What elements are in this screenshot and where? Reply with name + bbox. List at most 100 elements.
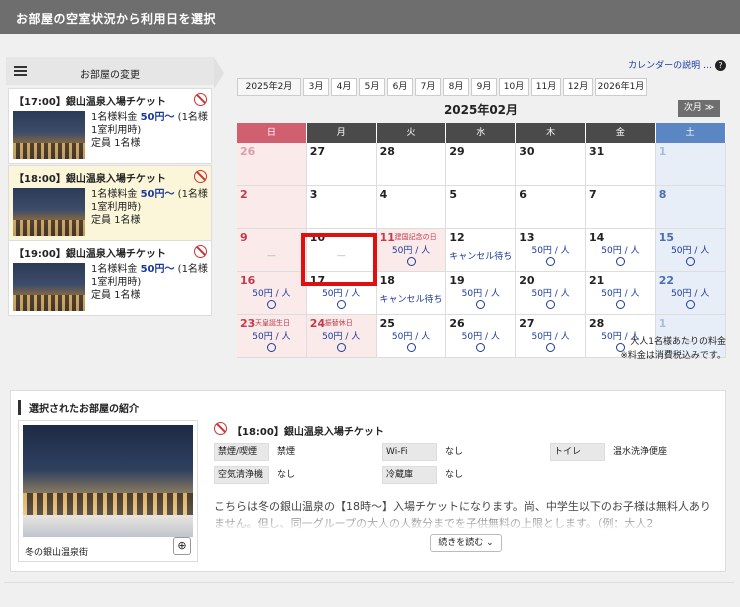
room-card-title: 【19:00】銀山温泉入場チケット [14, 249, 166, 260]
day-number: 18 [379, 274, 395, 287]
read-more-button[interactable]: 続きを読む ⌄ [430, 534, 502, 552]
day-price: 50円 / 人 [322, 289, 361, 299]
month-tab[interactable]: 7月 [415, 78, 441, 96]
weekday-label: 日 [237, 123, 307, 143]
month-tab[interactable]: 9月 [471, 78, 497, 96]
calendar-day[interactable]: 26 50円 / 人 [446, 315, 517, 358]
day-price: 50円 / 人 [531, 289, 570, 299]
calendar-day[interactable]: 21 50円 / 人 [585, 272, 656, 315]
calendar-day[interactable]: 18 キャンセル待ち [376, 272, 447, 315]
day-number: 12 [449, 231, 465, 244]
room-card[interactable]: 【19:00】銀山温泉入場チケット 1名様料金 50円〜 (1名様 1室利用時)… [8, 240, 212, 316]
room-photo[interactable] [23, 425, 193, 537]
room-card[interactable]: 【17:00】銀山温泉入場チケット 1名様料金 50円〜 (1名様 1室利用時)… [8, 88, 212, 164]
calendar-day: 2 [237, 186, 307, 229]
unavailable-dash: — [336, 251, 346, 261]
room-photo-box: ⊕ 冬の銀山温泉街 [18, 420, 198, 562]
weekday-label: 土 [655, 123, 726, 143]
spec-label: 冷蔵庫 [382, 466, 437, 484]
no-smoking-icon [194, 93, 207, 106]
room-spec-table: 禁煙/喫煙 禁煙 Wi-Fi なし トイレ 温水洗浄便座 空気清浄機 なし 冷蔵庫 なし [214, 443, 726, 489]
month-tab[interactable]: 6月 [387, 78, 413, 96]
calendar-day[interactable]: 20 50円 / 人 [516, 272, 586, 315]
available-circle-icon [615, 300, 625, 309]
available-circle-icon [476, 343, 486, 352]
calendar-day[interactable]: 25 50円 / 人 [376, 315, 447, 358]
month-tab[interactable]: 3月 [303, 78, 329, 96]
spec-value: なし [277, 470, 296, 480]
spec-value: なし [445, 447, 464, 457]
day-price: 50円 / 人 [461, 332, 500, 342]
spec-row: 禁煙/喫煙 禁煙 Wi-Fi なし トイレ 温水洗浄便座 [214, 443, 726, 463]
calendar-day[interactable]: 19 50円 / 人 [446, 272, 517, 315]
day-price: 50円 / 人 [391, 332, 431, 342]
next-month-button[interactable]: 次月 ≫ [678, 100, 720, 117]
day-price: 50円 / 人 [252, 332, 291, 342]
room-thumbnail [13, 263, 85, 311]
page-title: お部屋の空室状況から利用日を選択 [16, 12, 217, 26]
calendar-day: 26 [237, 143, 307, 186]
room-thumbnail [13, 111, 85, 159]
room-list-title: お部屋の変更 [80, 70, 140, 81]
calendar-day[interactable]: 22 50円 / 人 [655, 272, 726, 315]
room-card-title: 【18:00】銀山温泉入場チケット [14, 174, 166, 185]
calendar-day: 6 [516, 186, 586, 229]
day-number: 8 [658, 188, 667, 201]
month-tabs: 2025年2月 3月 4月 5月 6月 7月 8月 9月 10月 11月 12月 2026年1月 [237, 78, 649, 96]
calendar-day: 30 [516, 143, 586, 186]
month-tab[interactable]: 2026年1月 [595, 78, 647, 96]
calendar-day: 8 [655, 186, 726, 229]
room-card[interactable]: 【18:00】銀山温泉入場チケット 1名様料金 50円〜 (1名様 1室利用時)… [8, 165, 212, 241]
no-smoking-icon [194, 170, 207, 183]
day-price: 50円 / 人 [671, 246, 710, 256]
calendar-day[interactable]: 16 50円 / 人 [237, 272, 307, 315]
calendar-day[interactable]: 11 建国記念の日 50円 / 人 [376, 229, 447, 272]
weekday-header: 日月火水木金土 [237, 123, 726, 143]
cancel-wait-label: キャンセル待ち [449, 252, 513, 262]
calendar-day[interactable]: 24 振替休日 50円 / 人 [306, 315, 377, 358]
calendar-day[interactable]: 14 50円 / 人 [585, 229, 656, 272]
calendar-week: 26 27 28 29 30 31 1 [237, 143, 726, 186]
available-circle-icon [546, 257, 556, 266]
calendar-day[interactable]: 17 50円 / 人 [306, 272, 377, 315]
weekday-label: 火 [376, 123, 447, 143]
month-tab[interactable]: 11月 [531, 78, 561, 96]
month-tab[interactable]: 5月 [359, 78, 385, 96]
calendar-week: 9—10—11 建国記念の日 50円 / 人 12 キャンセル待ち 13 50円 / 人 14… [237, 229, 726, 272]
calendar-help-link[interactable]: カレンダーの説明 …? [628, 58, 726, 71]
room-card-info: 1名様料金 50円〜 (1名様 1室利用時) 定員 1名様 [91, 112, 208, 149]
day-price: 50円 / 人 [601, 289, 640, 299]
day-price: 50円 / 人 [252, 289, 291, 299]
calendar-day[interactable]: 15 50円 / 人 [655, 229, 726, 272]
day-price: 50円 / 人 [461, 289, 500, 299]
holiday-name: 建国記念の日 [394, 233, 437, 241]
month-tab[interactable]: 4月 [331, 78, 357, 96]
room-list-arrow-icon [214, 57, 224, 89]
calendar-day: 4 [376, 186, 447, 229]
calendar-day[interactable]: 12 キャンセル待ち [446, 229, 517, 272]
available-circle-icon [336, 300, 346, 309]
available-circle-icon [406, 257, 416, 266]
day-number: 6 [519, 188, 527, 201]
month-tab[interactable]: 2025年2月 [237, 78, 301, 96]
day-number: 7 [588, 188, 597, 201]
bottom-divider [4, 582, 734, 583]
spec-label: トイレ [550, 443, 605, 461]
calendar-day: 10 — [306, 229, 377, 272]
calendar-month-title: 2025年02月 [443, 103, 519, 117]
spec-value: 温水洗浄便座 [613, 447, 668, 457]
calendar-day[interactable]: 23 天皇誕生日 50円 / 人 [237, 315, 307, 358]
calendar-day: 7 [585, 186, 656, 229]
holiday-name: 天皇誕生日 [255, 319, 290, 327]
available-circle-icon [685, 300, 695, 309]
day-number: 30 [519, 145, 535, 158]
calendar-day[interactable]: 13 50円 / 人 [516, 229, 586, 272]
month-tab[interactable]: 10月 [499, 78, 529, 96]
spec-value: 禁煙 [277, 447, 296, 457]
description-fade [214, 510, 719, 532]
zoom-icon[interactable]: ⊕ [173, 537, 191, 555]
month-tab[interactable]: 12月 [563, 78, 593, 96]
calendar-day[interactable]: 27 50円 / 人 [516, 315, 586, 358]
month-tab[interactable]: 8月 [443, 78, 469, 96]
available-circle-icon [336, 343, 346, 352]
